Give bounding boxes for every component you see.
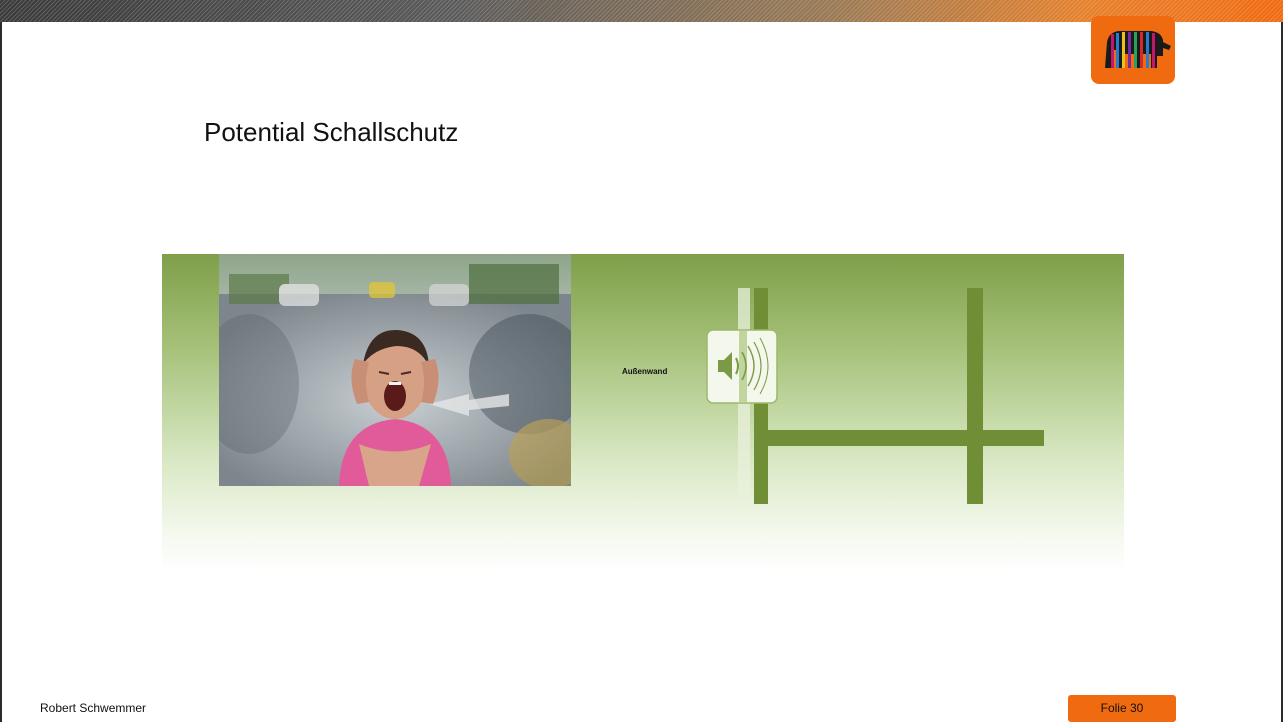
sound-speaker-icon xyxy=(706,329,778,404)
slide-border-left xyxy=(0,22,2,722)
wall-layout-diagram xyxy=(706,288,1044,504)
slide-number-badge: Folie 30 xyxy=(1068,695,1176,722)
elephant-logo-graphic xyxy=(1105,31,1171,68)
logo-stripes xyxy=(1105,31,1171,68)
slide-number: Folie 30 xyxy=(1100,701,1144,715)
exterior-wall-label: Außenwand xyxy=(622,367,668,376)
interior-wall-horizontal xyxy=(754,430,1044,446)
footer-author: Robert Schwemmer xyxy=(40,701,147,715)
noise-photo xyxy=(219,254,571,486)
top-decorative-bar xyxy=(0,0,1283,22)
elephant-logo-icon xyxy=(1091,16,1175,84)
slide-title: Potential Schallschutz xyxy=(204,117,459,147)
interior-wall-vertical xyxy=(967,288,983,504)
